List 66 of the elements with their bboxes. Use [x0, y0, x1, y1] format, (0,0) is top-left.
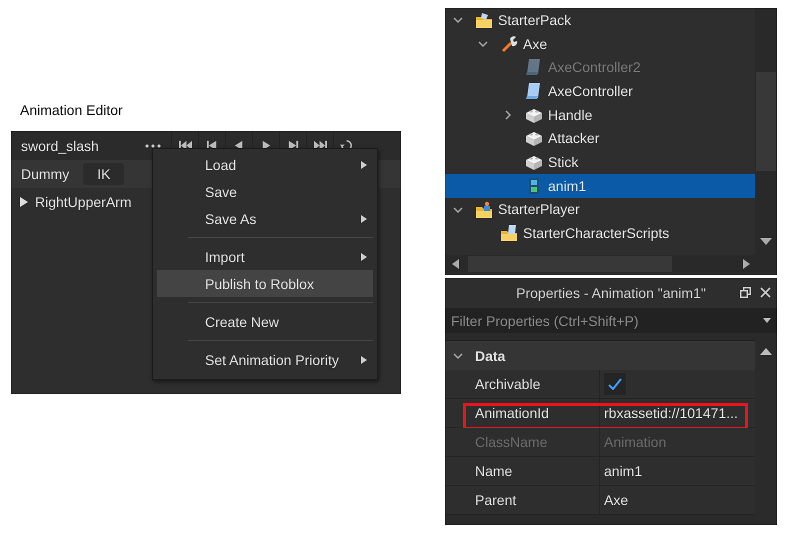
panel-title: Properties - Animation "anim1"	[516, 285, 706, 301]
property-value[interactable]: anim1	[604, 463, 642, 479]
scroll-right-icon[interactable]	[743, 259, 750, 269]
tree-item-name[interactable]: StarterCharacterScripts	[523, 225, 670, 242]
undock-icon[interactable]	[740, 287, 751, 298]
property-name: Archivable	[445, 370, 600, 398]
brick-icon	[525, 129, 543, 148]
chevron-down-icon[interactable]	[478, 38, 488, 49]
section-header[interactable]: Data	[445, 340, 755, 370]
scroll-up-icon[interactable]	[760, 348, 772, 355]
menu-item[interactable]: Create New	[157, 308, 373, 335]
rig-name: Dummy	[21, 166, 70, 182]
panel-caption: Animation Editor	[20, 102, 123, 118]
close-icon[interactable]	[760, 287, 771, 298]
scroll-left-icon[interactable]	[452, 259, 459, 269]
tree-item-name[interactable]: Attacker	[548, 130, 600, 146]
scroll-icon	[525, 82, 543, 100]
tree-item-name[interactable]: AxeController	[548, 82, 633, 99]
submenu-arrow-icon	[361, 253, 367, 261]
tree-item-name[interactable]: Stick	[548, 154, 578, 170]
scroll-icon	[525, 58, 543, 76]
property-name: Parent	[445, 486, 600, 514]
property-name: ClassName	[445, 428, 600, 456]
menu-item[interactable]: Save As	[157, 205, 373, 232]
folder-icon	[500, 224, 518, 242]
menu-item[interactable]: Save	[157, 178, 373, 205]
chevron-down-icon[interactable]	[453, 351, 463, 361]
property-value[interactable]: Axe	[604, 492, 628, 508]
track-name[interactable]: RightUpperArm	[35, 194, 132, 210]
tree-item-name[interactable]: StarterPack	[498, 12, 572, 28]
menu-item[interactable]: Set Animation Priority	[157, 346, 373, 373]
more-icon[interactable]	[145, 144, 161, 148]
horizontal-scrollbar[interactable]	[445, 255, 777, 273]
property-value[interactable]: rbxassetid://101471...	[604, 405, 738, 421]
menu-item[interactable]: Import	[157, 243, 373, 270]
scrollbar-thumb[interactable]	[756, 72, 776, 171]
ik-button[interactable]: IK	[83, 163, 124, 185]
checkbox[interactable]	[604, 373, 626, 395]
menu-item[interactable]: Publish to Roblox	[157, 270, 373, 297]
tree-item-name[interactable]: StarterPlayer	[498, 201, 580, 218]
animation-name: sword_slash	[20, 138, 100, 154]
vertical-scrollbar[interactable]	[755, 8, 777, 255]
dropdown-caret-icon[interactable]	[763, 318, 771, 323]
submenu-arrow-icon	[361, 356, 367, 364]
filter-field[interactable]: Filter Properties (Ctrl+Shift+P)	[445, 308, 777, 333]
tree-item-name[interactable]: Handle	[548, 106, 592, 123]
chevron-right-icon[interactable]	[503, 110, 513, 120]
chevron-down-icon[interactable]	[453, 204, 463, 214]
section-title: Data	[475, 348, 506, 364]
menu-item[interactable]: Load	[157, 151, 373, 178]
property-value: Animation	[604, 434, 666, 450]
expand-triangle-icon[interactable]	[19, 197, 29, 207]
tree-item-name[interactable]: Axe	[523, 36, 548, 52]
tree-item-name[interactable]: anim1	[548, 178, 586, 194]
property-name: Name	[445, 457, 600, 485]
tree-row-highlight[interactable]: anim1	[445, 174, 755, 198]
folder-icon	[475, 200, 493, 218]
brick-icon	[525, 153, 543, 172]
submenu-arrow-icon	[361, 215, 367, 223]
chevron-down-icon[interactable]	[453, 15, 463, 25]
folder-icon	[475, 11, 493, 29]
property-name: AnimationId	[445, 399, 600, 427]
submenu-arrow-icon	[361, 161, 367, 169]
scroll-down-icon[interactable]	[760, 238, 772, 245]
checkmark-icon	[608, 378, 622, 390]
wrench-icon	[500, 34, 518, 53]
